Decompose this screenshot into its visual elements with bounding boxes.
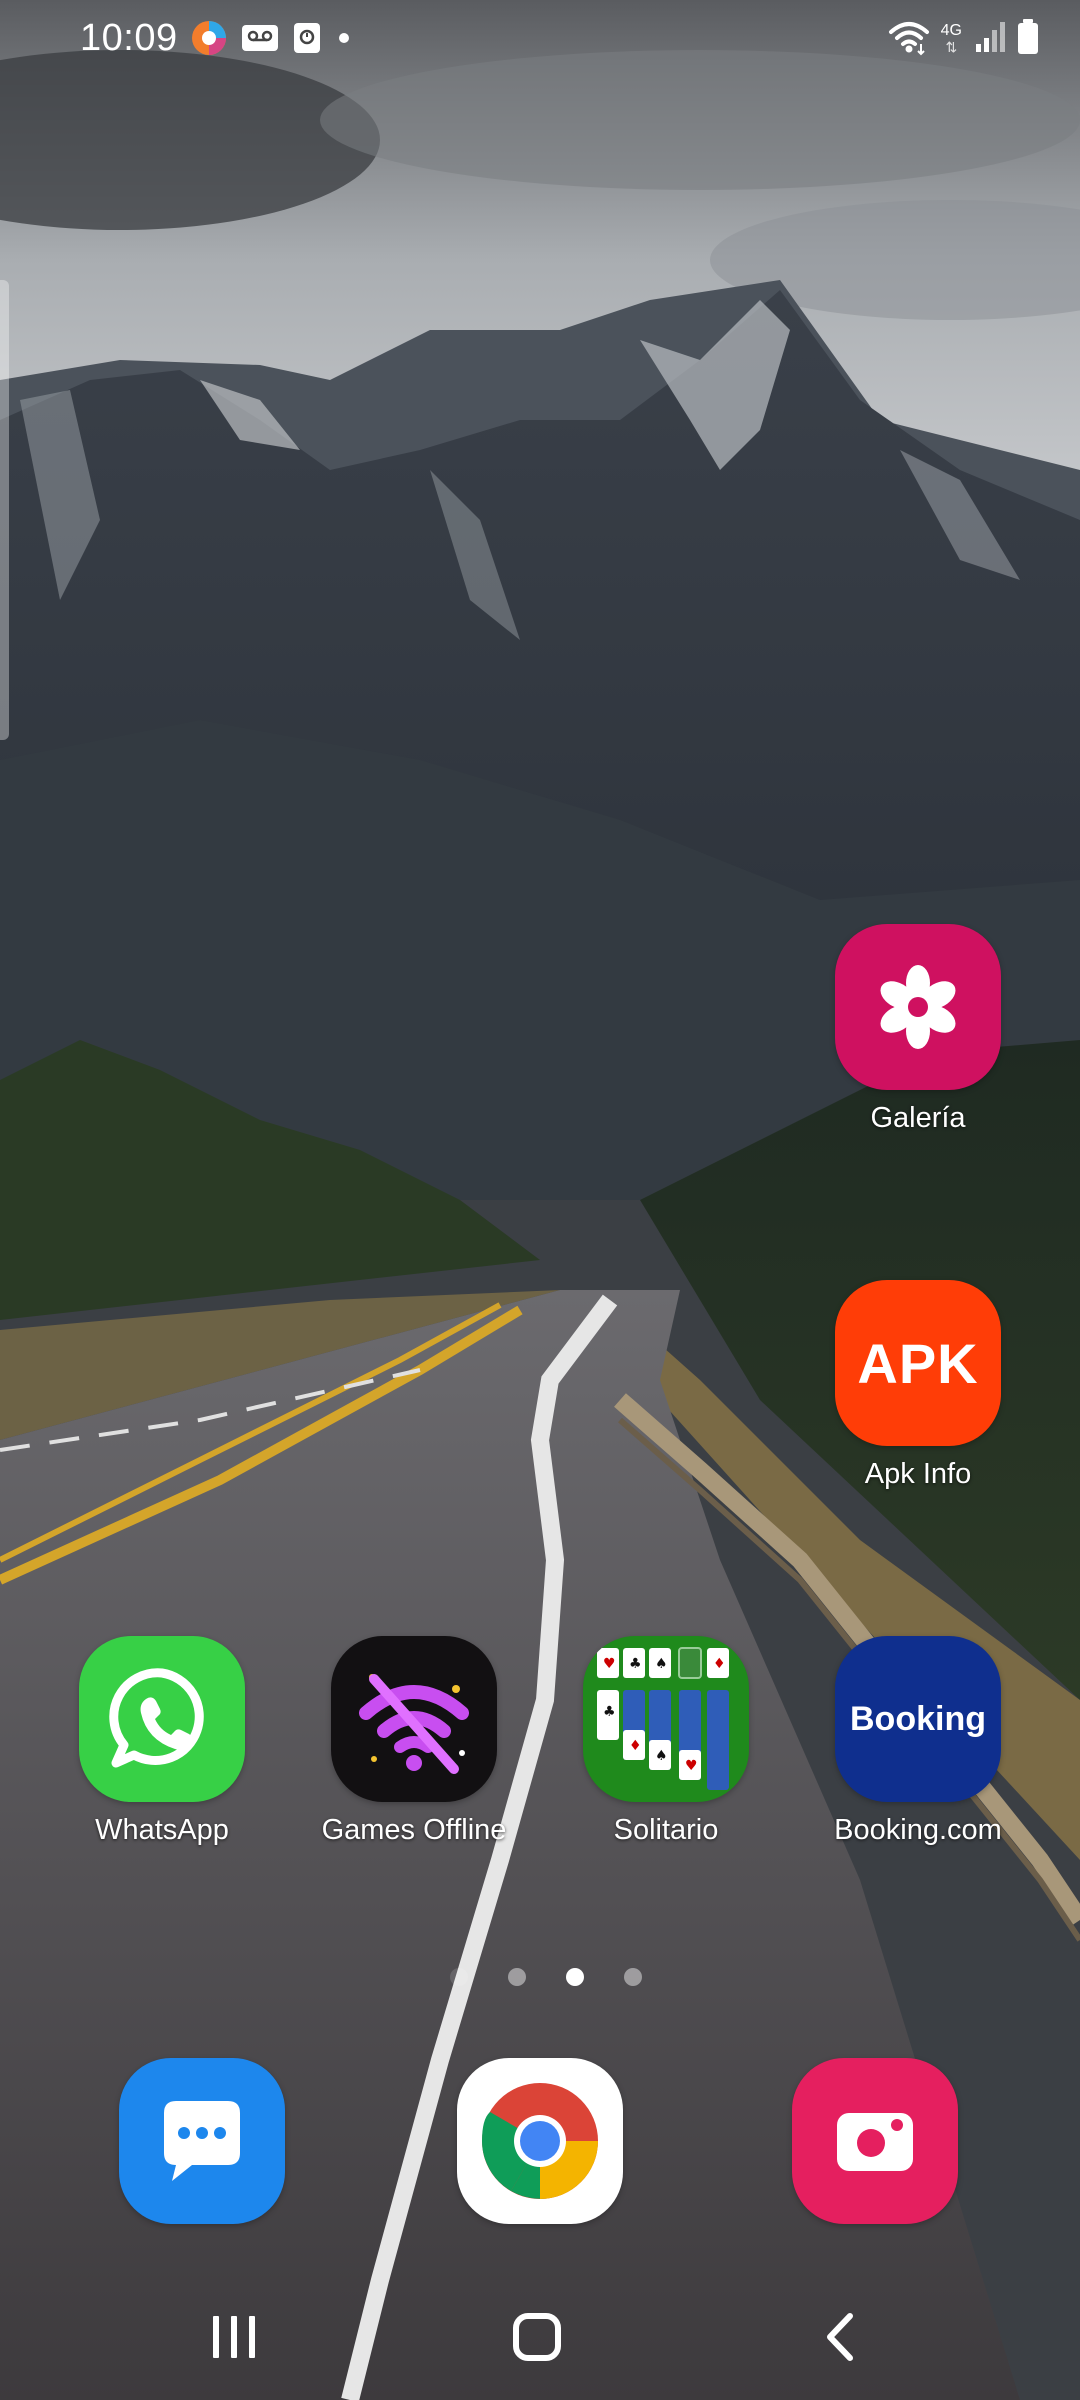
app-label: WhatsApp: [95, 1814, 229, 1846]
signal-icon: [974, 20, 1006, 59]
page-dot[interactable]: [508, 1968, 526, 1986]
camera-icon[interactable]: [792, 2058, 958, 2224]
screen-recorder-icon: [292, 21, 322, 55]
solitario-icon[interactable]: ♥ ♣ ♠ ♦ ♣ ♦ ♠ ♥: [583, 1636, 749, 1802]
app-whatsapp[interactable]: WhatsApp: [62, 1636, 262, 1847]
galeria-icon[interactable]: [835, 924, 1001, 1090]
app-galeria[interactable]: Galería: [818, 924, 1018, 1135]
recents-button[interactable]: [184, 2292, 284, 2382]
app-games-offline[interactable]: Games Offline: [314, 1636, 514, 1847]
data-activity-icon: ⇅: [945, 39, 958, 55]
status-indicators: 4G ⇅: [887, 18, 1040, 60]
network-type: 4G ⇅: [940, 22, 962, 56]
edge-panel-handle[interactable]: [0, 280, 9, 740]
wifi-icon: [887, 18, 931, 61]
home-screen: 10:09 4G ⇅ Galería APK Apk Info WhatsApp…: [0, 0, 1080, 2400]
network-type-label: 4G: [940, 22, 962, 39]
home-button[interactable]: [487, 2292, 587, 2382]
chrome-icon[interactable]: [457, 2058, 623, 2224]
home-icon: [513, 2313, 561, 2361]
svg-text:♦: ♦: [713, 1656, 726, 1672]
svg-text:♣: ♣: [603, 1704, 616, 1720]
app-label: Apk Info: [864, 1458, 972, 1490]
page-indicator[interactable]: [450, 1968, 642, 1986]
booking-icon[interactable]: Booking: [835, 1636, 1001, 1802]
voicemail-icon: [240, 21, 280, 55]
browser-app-icon: [190, 19, 228, 57]
svg-text:♣: ♣: [629, 1656, 642, 1672]
wallpaper: [0, 0, 1080, 2400]
games-offline-icon[interactable]: [331, 1636, 497, 1802]
back-button[interactable]: [790, 2292, 890, 2382]
svg-text:♥: ♥: [685, 1758, 698, 1774]
apk-info-icon[interactable]: APK: [835, 1280, 1001, 1446]
app-solitario[interactable]: ♥ ♣ ♠ ♦ ♣ ♦ ♠ ♥ Solitario: [566, 1636, 766, 1847]
recents-icon: [213, 2316, 255, 2358]
status-time: 10:09: [80, 17, 178, 59]
page-dot-active[interactable]: [566, 1968, 584, 1986]
back-icon: [827, 2313, 853, 2361]
messages-icon[interactable]: [119, 2058, 285, 2224]
app-label: Games Offline: [321, 1814, 507, 1846]
svg-text:♥: ♥: [603, 1656, 616, 1672]
app-label: Galería: [870, 1102, 966, 1134]
svg-text:♠: ♠: [655, 1656, 668, 1672]
status-bar: 10:09 4G ⇅: [0, 0, 1080, 80]
app-booking[interactable]: Booking Booking.com: [818, 1636, 1018, 1847]
app-apk-info[interactable]: APK Apk Info: [818, 1280, 1018, 1491]
svg-text:♠: ♠: [655, 1748, 668, 1764]
navigation-bar: [0, 2272, 1080, 2400]
app-label: Solitario: [613, 1814, 719, 1846]
notification-icons: [190, 18, 354, 58]
svg-text:♦: ♦: [629, 1738, 642, 1754]
battery-icon: [1016, 18, 1040, 61]
app-label: Booking.com: [834, 1814, 1002, 1846]
page-dot[interactable]: [624, 1968, 642, 1986]
more-dot-icon: [334, 28, 354, 48]
whatsapp-icon[interactable]: [79, 1636, 245, 1802]
page-dot[interactable]: [450, 1968, 468, 1986]
